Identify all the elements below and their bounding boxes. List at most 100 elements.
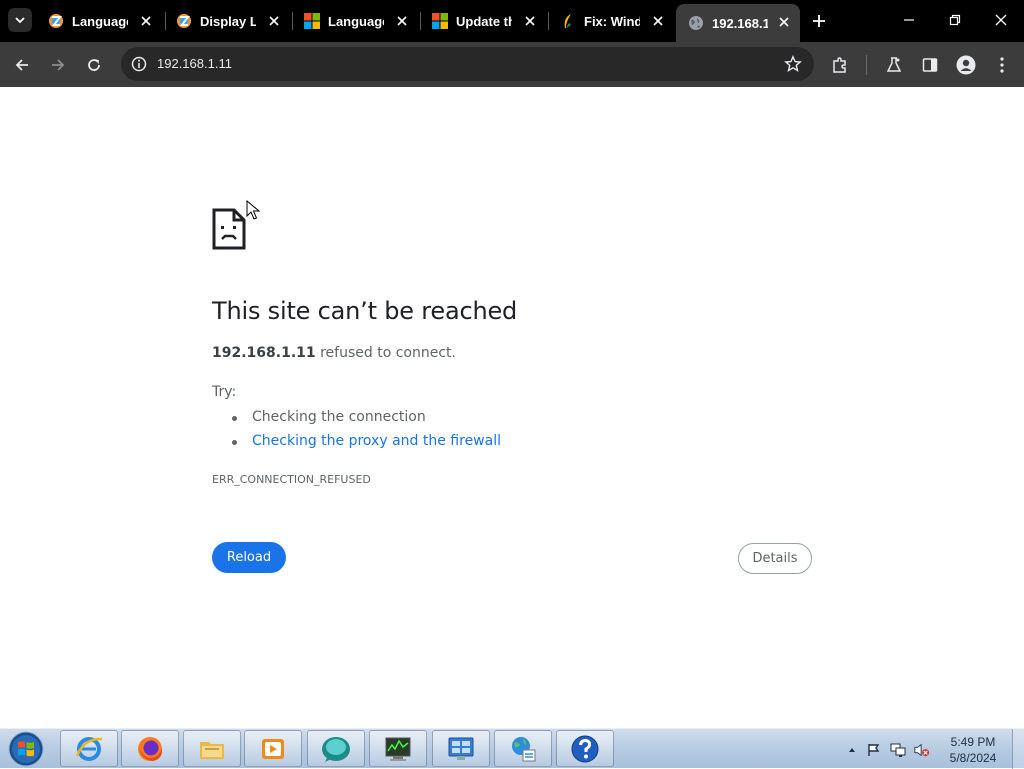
restore-button[interactable]	[932, 0, 978, 40]
suggestion-text: Checking the connection	[252, 409, 426, 425]
error-message: 192.168.1.11 refused to connect.	[212, 345, 456, 361]
kebab-menu-icon	[1000, 57, 1004, 73]
close-icon[interactable]	[394, 13, 410, 29]
profile-button[interactable]	[952, 51, 980, 79]
tab-title: Language	[72, 13, 128, 29]
taskbar-help[interactable]	[556, 730, 614, 767]
tab-divider	[548, 12, 549, 30]
network-monitor-icon	[890, 743, 906, 757]
minimize-button[interactable]	[886, 0, 932, 40]
show-desktop-button[interactable]	[1012, 729, 1024, 769]
network-tray-icon[interactable]	[890, 742, 906, 758]
firefox-icon	[138, 736, 163, 761]
taskbar-firefox[interactable]	[121, 730, 179, 767]
close-icon[interactable]	[650, 13, 666, 29]
close-icon[interactable]	[266, 13, 282, 29]
volume-tray-icon[interactable]	[914, 742, 930, 758]
new-tab-button[interactable]	[808, 10, 830, 32]
error-message-text: refused to connect.	[315, 345, 456, 361]
microsoft-icon	[304, 13, 320, 29]
mouse-cursor-icon	[246, 200, 260, 220]
tab-update[interactable]: Update th	[422, 7, 546, 35]
tab-search-button[interactable]	[8, 8, 32, 32]
close-icon	[995, 14, 1007, 26]
taskbar-internet-explorer[interactable]	[60, 730, 118, 767]
side-panel-button[interactable]	[916, 51, 944, 79]
tab-active-192-168-1-11[interactable]: 192.168.1.	[676, 4, 800, 42]
volume-muted-icon	[914, 743, 930, 757]
plus-icon	[813, 15, 825, 27]
windows-taskbar: 5:49 PM 5/8/2024	[0, 728, 1024, 769]
taskbar-control-panel[interactable]	[432, 730, 490, 767]
taskbar-task-manager[interactable]	[369, 730, 427, 767]
close-window-button[interactable]	[978, 0, 1024, 40]
zapier-like-icon	[49, 14, 63, 28]
microsoft-icon	[432, 13, 448, 29]
tab-divider	[292, 12, 293, 30]
close-icon[interactable]	[522, 13, 538, 29]
taskbar-network-tool[interactable]	[494, 730, 552, 767]
flag-icon	[868, 744, 880, 756]
flask-icon	[886, 57, 902, 72]
details-button[interactable]: Details	[738, 543, 812, 574]
close-icon[interactable]	[776, 14, 792, 30]
taskbar-file-explorer[interactable]	[183, 730, 241, 767]
bullet	[232, 416, 237, 421]
task-manager-icon	[385, 737, 411, 761]
menu-button[interactable]	[988, 51, 1016, 79]
arrow-left-icon	[15, 59, 28, 71]
bullet	[232, 440, 237, 445]
chevron-up-icon	[849, 748, 855, 752]
tab-language-2[interactable]: Language	[294, 7, 418, 35]
system-clock[interactable]: 5:49 PM 5/8/2024	[944, 734, 1002, 766]
close-icon[interactable]	[138, 13, 154, 29]
reload-toolbar-button[interactable]	[80, 51, 108, 79]
tab-display-language[interactable]: Display La	[166, 7, 290, 35]
avatar-icon	[956, 55, 976, 75]
reload-button[interactable]: Reload	[212, 542, 286, 573]
browser-toolbar: 192.168.1.11	[0, 42, 1024, 87]
back-button[interactable]	[8, 51, 36, 79]
tab-fix-windows[interactable]: Fix: Windo	[550, 7, 674, 35]
tab-divider	[420, 12, 421, 30]
taskbar-chat-app[interactable]	[307, 730, 365, 767]
tab-title: Update th	[456, 13, 512, 29]
tab-title: Fix: Windo	[584, 13, 640, 29]
info-icon[interactable]	[129, 54, 149, 74]
try-label: Try:	[212, 384, 237, 400]
start-button[interactable]	[6, 731, 46, 767]
folder-icon	[200, 741, 224, 759]
toolbar-divider	[866, 55, 867, 75]
tab-language-1[interactable]: Language	[38, 7, 162, 35]
network-icon	[512, 736, 536, 761]
error-code: ERR_CONNECTION_REFUSED	[212, 473, 371, 486]
forward-button[interactable]	[44, 51, 72, 79]
show-hidden-icons-button[interactable]	[844, 742, 860, 758]
extensions-button[interactable]	[826, 51, 854, 79]
labs-button[interactable]	[880, 51, 908, 79]
chevron-down-icon	[15, 17, 25, 24]
chat-icon	[322, 736, 350, 762]
zapier-like-icon	[177, 14, 191, 28]
minimize-icon	[904, 19, 914, 21]
star-icon[interactable]	[784, 55, 802, 73]
taskbar-media-player[interactable]	[244, 730, 302, 767]
help-icon	[571, 735, 599, 762]
address-url[interactable]: 192.168.1.11	[157, 56, 232, 71]
windows-logo-icon	[8, 731, 44, 767]
control-panel-icon	[448, 737, 474, 760]
restore-icon	[949, 14, 961, 26]
sad-document-icon	[212, 208, 246, 250]
media-player-icon	[262, 738, 284, 759]
refresh-icon	[88, 59, 100, 71]
tab-title: Display La	[200, 13, 256, 29]
error-title: This site can’t be reached	[212, 297, 518, 325]
action-center-flag[interactable]	[866, 742, 882, 758]
clock-time: 5:49 PM	[950, 735, 996, 749]
address-bar[interactable]: 192.168.1.11	[121, 47, 814, 81]
suggestion-link[interactable]: Checking the proxy and the firewall	[252, 433, 501, 449]
error-host: 192.168.1.11	[212, 345, 316, 361]
error-page: This site can’t be reached 192.168.1.11 …	[0, 87, 1024, 728]
feather-icon	[564, 14, 571, 28]
clock-date: 5/8/2024	[949, 751, 997, 765]
